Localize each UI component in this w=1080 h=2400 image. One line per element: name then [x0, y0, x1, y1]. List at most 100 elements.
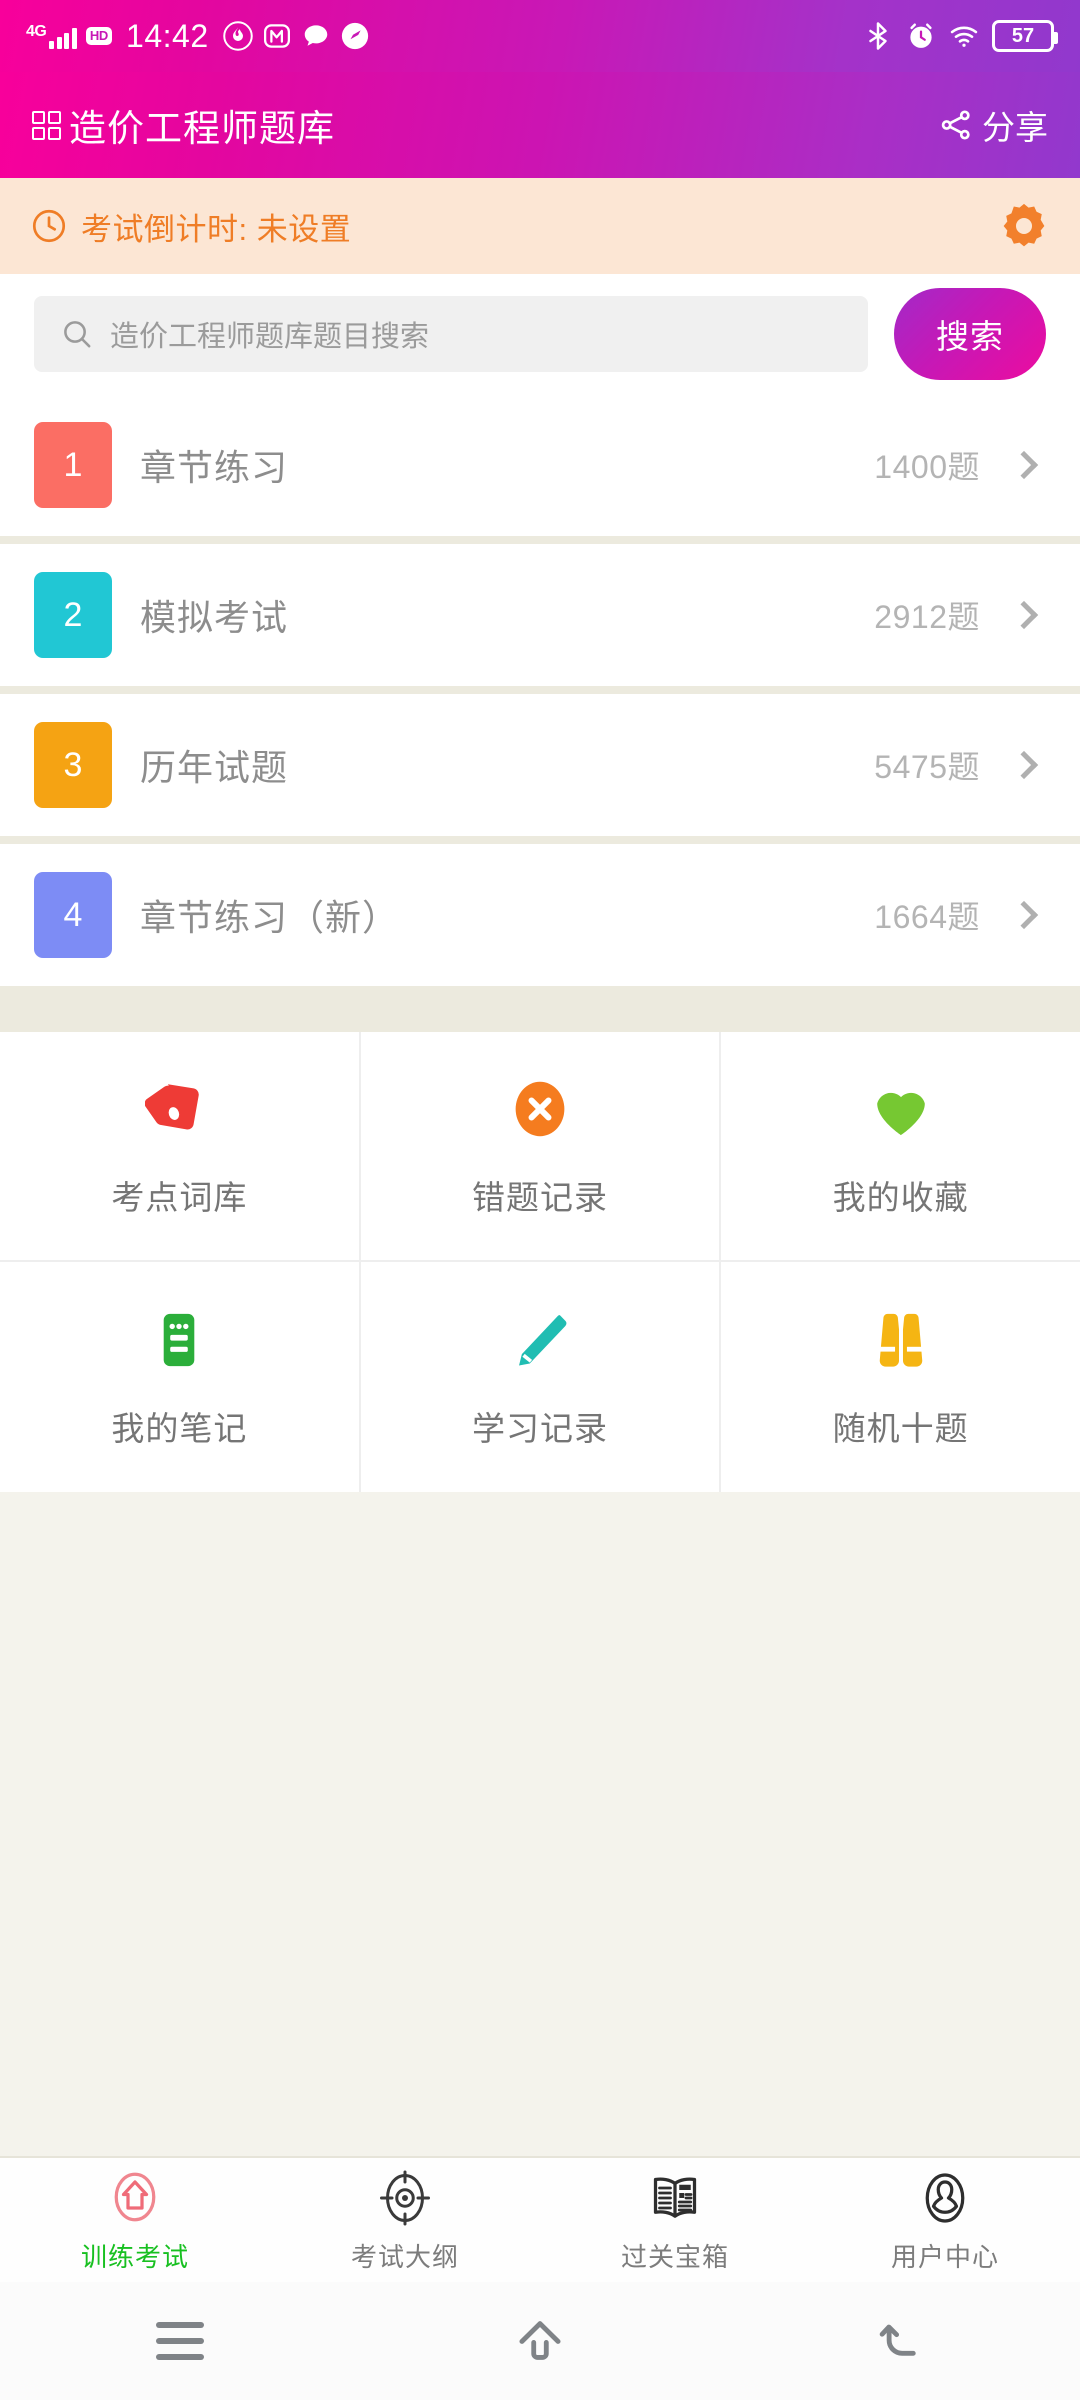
category-row[interactable]: 4 章节练习（新） 1664题: [0, 844, 1080, 986]
category-title: 模拟考试: [140, 597, 289, 638]
quick-actions-row: 考点词库 错题记录 我的收藏: [0, 1032, 1080, 1262]
binoculars-icon: [879, 1313, 922, 1367]
category-title: 章节练习: [140, 447, 289, 488]
quick-action-icon-wrap: [506, 1304, 574, 1376]
search-button[interactable]: 搜索: [894, 288, 1046, 380]
quick-action-price-tag[interactable]: 考点词库: [0, 1032, 361, 1262]
m-app-icon: [263, 24, 290, 48]
share-label: 分享: [982, 109, 1048, 146]
quick-action-label: 考点词库: [111, 1179, 248, 1216]
app-header-left: 造价工程师题库: [32, 98, 335, 152]
battery-icon: 57: [992, 20, 1058, 52]
app-screen: 4G HD 14:42 57 造价工程师题库 分享 考试倒计时: 未设置 造价工…: [0, 0, 1080, 2400]
tab-target[interactable]: 考试大纲: [270, 2167, 540, 2274]
wifi-icon: [950, 26, 978, 47]
network-type-label: 4G: [26, 23, 47, 40]
category-index-badge: 2: [34, 572, 112, 658]
quick-action-label: 我的笔记: [111, 1410, 248, 1447]
chevron-right-icon: [1009, 600, 1039, 630]
category-title: 章节练习（新）: [140, 897, 400, 938]
alarm-clock-icon: [910, 23, 932, 48]
quick-action-icon-wrap: [145, 1073, 213, 1145]
app-header: 造价工程师题库 分享: [0, 72, 1080, 178]
circle-x-icon: [515, 1081, 565, 1137]
chat-bubble-icon: [304, 25, 327, 46]
home-icon: [114, 2172, 156, 2221]
tab-label: 用户中心: [890, 2241, 999, 2272]
speedometer-icon: [341, 22, 368, 50]
quick-action-icon-wrap: [506, 1073, 574, 1145]
category-question-count: 1664题: [874, 899, 980, 935]
category-index-badge: 4: [34, 872, 112, 958]
category-list: 1 章节练习 1400题 2 模拟考试 2912题 3 历年试题 5475题 4 章节练习（新） 16…: [0, 394, 1080, 994]
flame-app-icon: [222, 21, 253, 51]
tab-icon-wrap: [915, 2167, 975, 2229]
category-row[interactable]: 2 模拟考试 2912题: [0, 544, 1080, 686]
quick-actions-row: 我的笔记 学习记录 随机十题: [0, 1262, 1080, 1492]
back-arrow-icon: [879, 2324, 916, 2356]
category-row[interactable]: 3 历年试题 5475题: [0, 694, 1080, 836]
exam-countdown-bar[interactable]: 考试倒计时: 未设置: [0, 178, 1080, 274]
tab-icon-wrap: [375, 2167, 435, 2229]
tab-label: 过关宝箱: [620, 2241, 729, 2272]
search-section: 造价工程师题库题目搜索 搜索: [0, 274, 1080, 394]
category-index-badge: 3: [34, 722, 112, 808]
grid-apps-icon[interactable]: [32, 110, 61, 140]
quick-action-binoculars[interactable]: 随机十题: [721, 1262, 1080, 1492]
category-question-count: 2912题: [874, 599, 980, 635]
status-bar: 4G HD 14:42 57: [0, 0, 1080, 72]
home-button[interactable]: [360, 2312, 720, 2370]
hd-icon: HD: [85, 26, 113, 46]
share-nodes-icon: [941, 110, 970, 140]
category-question-count: 5475题: [874, 749, 980, 785]
share-button[interactable]: 分享: [939, 101, 1048, 149]
tab-label: 考试大纲: [350, 2241, 459, 2272]
android-system-nav: [0, 2282, 1080, 2400]
tab-icon-wrap: [645, 2167, 705, 2229]
quick-action-label: 随机十题: [832, 1410, 969, 1447]
back-button[interactable]: [720, 2312, 1080, 2370]
target-icon: [380, 2170, 430, 2225]
tab-user-person[interactable]: 用户中心: [810, 2167, 1080, 2274]
empty-content-area: [0, 1492, 1080, 2156]
quick-actions-grid: 考点词库 错题记录 我的收藏我的笔记 学习记录 随机十题: [0, 1032, 1080, 1492]
countdown-label: 考试倒计时: 未设置: [81, 211, 352, 247]
tab-label: 训练考试: [80, 2241, 189, 2272]
quick-action-icon-wrap: [867, 1073, 935, 1145]
quick-action-pencil[interactable]: 学习记录: [361, 1262, 722, 1492]
quick-action-icon-wrap: [867, 1304, 935, 1376]
tab-icon-wrap: [105, 2167, 165, 2229]
pencil-icon: [519, 1315, 567, 1366]
quick-action-label: 错题记录: [472, 1179, 608, 1216]
tab-open-book-news[interactable]: 过关宝箱: [540, 2167, 810, 2274]
signal-bars-icon: 4G: [26, 23, 77, 49]
category-row[interactable]: 1 章节练习 1400题: [0, 394, 1080, 536]
clock-icon: [32, 209, 66, 243]
menu-icon: [156, 2322, 204, 2360]
quick-action-notepad[interactable]: 我的笔记: [0, 1262, 361, 1492]
category-index-badge: 1: [34, 422, 112, 508]
notepad-icon: [164, 1313, 195, 1367]
menu-button[interactable]: [0, 2322, 360, 2360]
search-input-wrapper[interactable]: 造价工程师题库题目搜索: [34, 296, 868, 372]
quick-action-icon-wrap: [145, 1304, 213, 1376]
quick-action-label: 我的收藏: [832, 1179, 969, 1216]
bottom-tab-bar: 训练考试 考试大纲 过关宝箱 用户中心: [0, 2156, 1080, 2282]
open-book-news-icon: [653, 2177, 697, 2218]
section-spacer: [0, 994, 1080, 1032]
tab-home[interactable]: 训练考试: [0, 2167, 270, 2274]
home-outline-icon: [519, 2321, 561, 2360]
quick-action-label: 学习记录: [472, 1410, 608, 1447]
search-icon: [64, 321, 91, 348]
search-input[interactable]: 造价工程师题库题目搜索: [110, 313, 429, 355]
quick-action-heart[interactable]: 我的收藏: [721, 1032, 1080, 1262]
battery-level-label: 57: [1011, 25, 1035, 47]
quick-action-circle-x[interactable]: 错题记录: [360, 1032, 722, 1262]
heart-icon: [876, 1092, 925, 1136]
status-bar-right: 57: [863, 20, 1058, 52]
category-title: 历年试题: [140, 747, 289, 788]
chevron-right-icon: [1009, 450, 1039, 480]
price-tag-icon: [145, 1084, 200, 1130]
gear-icon[interactable]: [998, 200, 1050, 252]
category-question-count: 1400题: [874, 449, 980, 485]
